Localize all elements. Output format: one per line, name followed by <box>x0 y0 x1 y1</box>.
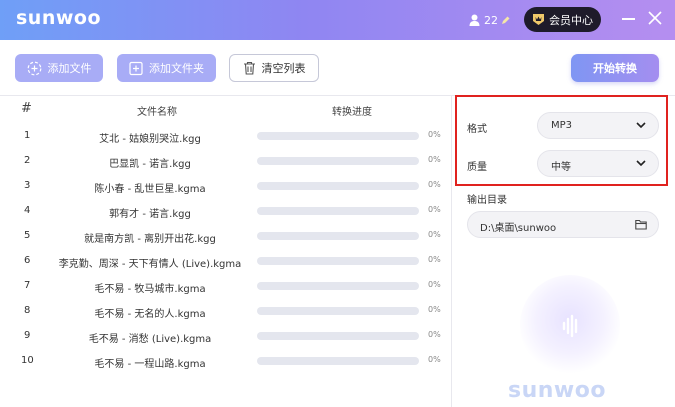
add-file-label: 添加文件 <box>47 62 92 75</box>
file-name: 毛不易 - 牧马城市.kgma <box>94 284 206 295</box>
quality-value: 中等 <box>551 162 571 173</box>
chevron-down-icon <box>636 160 646 167</box>
table-row[interactable]: 8 毛不易 - 无名的人.kgma 0% <box>0 298 450 323</box>
vip-label: 会员中心 <box>549 13 593 27</box>
row-number: 2 <box>24 155 31 166</box>
row-number: 9 <box>24 330 31 341</box>
progress-percent: 0% <box>428 255 441 264</box>
progress-bar <box>257 132 419 140</box>
add-file-icon <box>27 61 41 75</box>
quality-label: 质量 <box>467 162 487 173</box>
user-info[interactable]: 22 <box>469 12 514 28</box>
format-value: MP3 <box>551 120 573 131</box>
file-name: 毛不易 - 无名的人.kgma <box>94 309 206 320</box>
progress-bar <box>257 232 419 240</box>
column-header-progress: 转换进度 <box>332 107 372 118</box>
trash-icon <box>243 61 255 75</box>
progress-percent: 0% <box>428 305 441 314</box>
output-dir-value: D:\桌面\sunwoo <box>480 223 557 234</box>
row-number: 4 <box>24 205 31 216</box>
output-dir-field[interactable]: D:\桌面\sunwoo <box>467 211 659 238</box>
column-header-num: # <box>21 101 32 116</box>
chevron-down-icon <box>636 122 646 129</box>
add-folder-button[interactable]: 添加文件夹 <box>117 54 216 82</box>
panel-divider <box>451 95 452 407</box>
progress-bar <box>257 257 419 265</box>
progress-percent: 0% <box>428 155 441 164</box>
table-row[interactable]: 10 毛不易 - 一程山路.kgma 0% <box>0 348 450 373</box>
clear-list-label: 清空列表 <box>261 62 306 75</box>
row-number: 5 <box>24 230 31 241</box>
soundwave-icon <box>562 314 578 338</box>
file-name: 毛不易 - 一程山路.kgma <box>94 359 206 370</box>
progress-bar <box>257 182 419 190</box>
table-row[interactable]: 5 就是南方凯 - 离别开出花.kgg 0% <box>0 223 450 248</box>
row-number: 1 <box>24 130 31 141</box>
table-row[interactable]: 2 巴显凯 - 诺言.kgg 0% <box>0 148 450 173</box>
progress-bar <box>257 157 419 165</box>
table-row[interactable]: 6 李克勤、周深 - 天下有情人 (Live).kgma 0% <box>0 248 450 273</box>
add-folder-label: 添加文件夹 <box>149 62 204 75</box>
edit-icon <box>502 16 510 24</box>
progress-percent: 0% <box>428 205 441 214</box>
start-convert-button[interactable]: 开始转换 <box>571 54 659 82</box>
row-number: 10 <box>21 355 34 366</box>
crown-icon <box>533 14 544 25</box>
file-name: 郭有才 - 诺言.kgg <box>109 209 191 220</box>
progress-percent: 0% <box>428 230 441 239</box>
table-row[interactable]: 1 艾北 - 姑娘别哭泣.kgg 0% <box>0 123 450 148</box>
progress-percent: 0% <box>428 355 441 364</box>
progress-bar <box>257 357 419 365</box>
row-number: 8 <box>24 305 31 316</box>
close-icon[interactable] <box>648 11 662 25</box>
add-folder-icon <box>129 61 143 75</box>
row-number: 3 <box>24 180 31 191</box>
progress-bar <box>257 207 419 215</box>
file-name: 就是南方凯 - 离别开出花.kgg <box>84 234 216 245</box>
table-row[interactable]: 4 郭有才 - 诺言.kgg 0% <box>0 198 450 223</box>
file-name: 陈小春 - 乱世巨星.kgma <box>94 184 206 195</box>
output-dir-label: 输出目录 <box>467 195 507 206</box>
vip-center-button[interactable]: 会员中心 <box>524 7 601 32</box>
user-icon <box>469 14 480 26</box>
progress-bar <box>257 307 419 315</box>
format-select[interactable]: MP3 <box>537 112 659 139</box>
minimize-icon[interactable] <box>622 18 635 20</box>
watermark-logo: sunwoo <box>508 378 606 403</box>
clear-list-button[interactable]: 清空列表 <box>229 54 319 82</box>
column-header-name: 文件名称 <box>137 107 177 118</box>
table-row[interactable]: 7 毛不易 - 牧马城市.kgma 0% <box>0 273 450 298</box>
folder-icon[interactable] <box>635 219 647 230</box>
row-number: 7 <box>24 280 31 291</box>
row-number: 6 <box>24 255 31 266</box>
user-count: 22 <box>484 13 498 27</box>
progress-bar <box>257 332 419 340</box>
progress-percent: 0% <box>428 330 441 339</box>
file-name: 艾北 - 姑娘别哭泣.kgg <box>99 134 201 145</box>
add-file-button[interactable]: 添加文件 <box>15 54 103 82</box>
file-name: 李克勤、周深 - 天下有情人 (Live).kgma <box>58 259 242 270</box>
progress-percent: 0% <box>428 280 441 289</box>
format-label: 格式 <box>467 124 487 135</box>
progress-bar <box>257 282 419 290</box>
file-name: 毛不易 - 消愁 (Live).kgma <box>88 334 212 345</box>
app-logo: sunwoo <box>16 7 102 29</box>
progress-percent: 0% <box>428 180 441 189</box>
progress-percent: 0% <box>428 130 441 139</box>
table-row[interactable]: 3 陈小春 - 乱世巨星.kgma 0% <box>0 173 450 198</box>
table-row[interactable]: 9 毛不易 - 消愁 (Live).kgma 0% <box>0 323 450 348</box>
quality-select[interactable]: 中等 <box>537 150 659 177</box>
file-name: 巴显凯 - 诺言.kgg <box>109 159 191 170</box>
title-bar: sunwoo 22 会员中心 <box>0 0 675 40</box>
